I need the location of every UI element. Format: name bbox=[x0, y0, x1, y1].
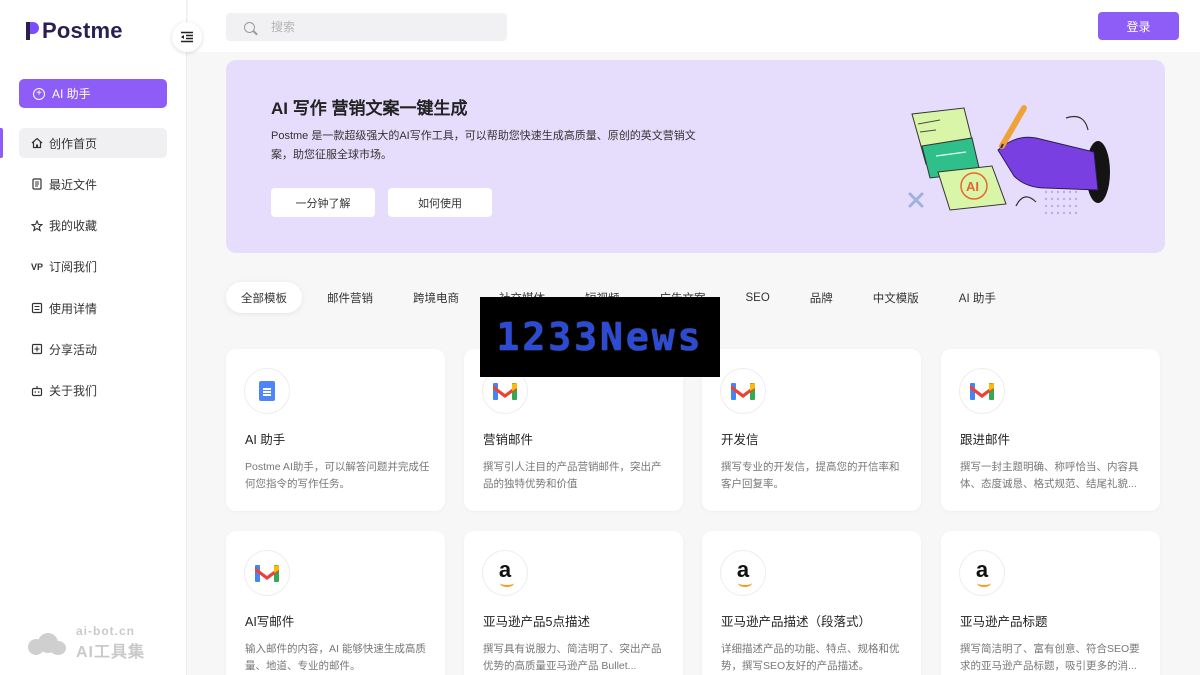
card-description: 撰写引人注目的产品营销邮件，突出产品的独特优势和价值 bbox=[483, 461, 662, 490]
learn-in-one-minute-button[interactable]: 一分钟了解 bbox=[271, 188, 375, 217]
news-overlay-text: 1233News bbox=[496, 315, 704, 359]
card-title: 营销邮件 bbox=[483, 433, 534, 447]
news-overlay-banner: 1233News bbox=[480, 297, 720, 377]
vip-icon: VP bbox=[31, 261, 44, 272]
logo-icon bbox=[26, 20, 40, 42]
hero-title: AI 写作 营销文案一键生成 bbox=[271, 99, 468, 118]
sidebar-item-label: 创作首页 bbox=[49, 136, 98, 151]
hero-banner: AI 写作 营销文案一键生成 Postme 是一款超级强大的AI写作工具，可以帮… bbox=[226, 60, 1165, 253]
details-icon bbox=[31, 302, 43, 314]
card-description: 撰写专业的开发信，提高您的开信率和客户回复率。 bbox=[721, 461, 900, 490]
sidebar-item-label: 我的收藏 bbox=[49, 219, 98, 234]
sidebar: Postme + AI 助手 创作首页 最近文件 我的收藏 VP 订阅我们 使用… bbox=[0, 0, 187, 675]
card-title: 亚马逊产品描述（段落式） bbox=[721, 615, 872, 629]
template-card-amazon-description[interactable]: a 亚马逊产品描述（段落式） 详细描述产品的功能、特点、规格和优势，撰写SEO友… bbox=[702, 531, 921, 675]
tab-all-templates[interactable]: 全部模板 bbox=[226, 282, 302, 313]
card-description: 撰写简洁明了、富有创意、符合SEO要求的亚马逊产品标题，吸引更多的消... bbox=[960, 643, 1140, 672]
gmail-icon bbox=[720, 368, 766, 414]
search-input[interactable] bbox=[271, 20, 491, 34]
robot-icon bbox=[31, 385, 43, 397]
card-title: AI 助手 bbox=[245, 433, 286, 447]
card-title: AI写邮件 bbox=[245, 615, 295, 629]
watermark-domain: ai-bot.cn bbox=[76, 624, 135, 638]
indent-icon bbox=[181, 31, 193, 43]
card-title: 开发信 bbox=[721, 433, 759, 447]
search-icon bbox=[244, 21, 255, 33]
logo-text: Postme bbox=[42, 18, 123, 43]
amazon-icon: a bbox=[482, 550, 528, 596]
amazon-icon: a bbox=[959, 550, 1005, 596]
file-icon bbox=[31, 178, 43, 190]
watermark-title: AI工具集 bbox=[76, 644, 146, 661]
card-description: 输入邮件的内容，AI 能够快速生成高质量、地道、专业的邮件。 bbox=[245, 643, 426, 672]
card-title: 亚马逊产品5点描述 bbox=[483, 615, 590, 629]
sidebar-item-label: 订阅我们 bbox=[49, 260, 98, 275]
writing-hand-illustration: AI bbox=[908, 105, 1110, 215]
sidebar-item-label: 最近文件 bbox=[49, 177, 98, 192]
hero-description: Postme 是一款超级强大的AI写作工具，可以帮助您快速生成高质量、原创的英文… bbox=[271, 130, 696, 161]
sidebar-item-label: 分享活动 bbox=[49, 342, 98, 357]
tab-email-marketing[interactable]: 邮件营销 bbox=[312, 282, 388, 313]
amazon-icon: a bbox=[720, 550, 766, 596]
card-description: 详细描述产品的功能、特点、规格和优势，撰写SEO友好的产品描述。 bbox=[721, 643, 900, 672]
card-description: Postme AI助手，可以解答问题并完成任何您指令的写作任务。 bbox=[245, 461, 430, 490]
sidebar-item-favorites[interactable]: 我的收藏 bbox=[0, 211, 187, 241]
template-card-ai-assistant[interactable]: AI 助手 Postme AI助手，可以解答问题并完成任何您指令的写作任务。 bbox=[226, 349, 445, 511]
gmail-icon bbox=[959, 368, 1005, 414]
star-icon bbox=[31, 219, 43, 232]
how-to-use-button[interactable]: 如何使用 bbox=[388, 188, 492, 217]
collapse-sidebar-button[interactable] bbox=[172, 22, 202, 52]
tab-ai-assistant[interactable]: AI 助手 bbox=[944, 282, 1011, 313]
sidebar-item-subscribe[interactable]: VP 订阅我们 bbox=[0, 252, 187, 282]
tab-brand[interactable]: 品牌 bbox=[795, 282, 848, 313]
sidebar-nav: 创作首页 最近文件 我的收藏 VP 订阅我们 使用详情 分享活动 关于我们 bbox=[0, 128, 187, 417]
card-title: 跟进邮件 bbox=[960, 433, 1011, 447]
tab-cross-border-ecommerce[interactable]: 跨境电商 bbox=[398, 282, 474, 313]
login-button[interactable]: 登录 bbox=[1098, 12, 1179, 40]
card-description: 撰写具有说服力、简洁明了、突出产品优势的高质量亚马逊产品 Bullet... bbox=[483, 643, 662, 672]
ai-assistant-button[interactable]: + AI 助手 bbox=[19, 79, 167, 108]
plus-circle-icon: + bbox=[33, 87, 45, 100]
sidebar-item-label: 使用详情 bbox=[49, 301, 98, 316]
card-title: 亚马逊产品标题 bbox=[960, 615, 1048, 629]
sidebar-item-recent-files[interactable]: 最近文件 bbox=[0, 169, 187, 199]
template-card-amazon-title[interactable]: a 亚马逊产品标题 撰写简洁明了、富有创意、符合SEO要求的亚马逊产品标题，吸引… bbox=[941, 531, 1160, 675]
doc-icon bbox=[244, 368, 290, 414]
top-bar: 登录 bbox=[188, 0, 1200, 52]
watermark: ai-bot.cn AI工具集 bbox=[28, 624, 145, 662]
template-card-follow-up-email[interactable]: 跟进邮件 撰写一封主题明确、称呼恰当、内容具体、态度诚恳、格式规范、结尾礼貌..… bbox=[941, 349, 1160, 511]
svg-text:AI: AI bbox=[966, 179, 979, 194]
search-box[interactable] bbox=[226, 13, 507, 41]
share-icon bbox=[31, 343, 43, 355]
template-card-amazon-bullets[interactable]: a 亚马逊产品5点描述 撰写具有说服力、简洁明了、突出产品优势的高质量亚马逊产品… bbox=[464, 531, 683, 675]
card-description: 撰写一封主题明确、称呼恰当、内容具体、态度诚恳、格式规范、结尾礼貌... bbox=[960, 461, 1139, 490]
template-card-ai-write-email[interactable]: AI写邮件 输入邮件的内容，AI 能够快速生成高质量、地道、专业的邮件。 bbox=[226, 531, 445, 675]
tab-seo[interactable]: SEO bbox=[731, 282, 785, 313]
sidebar-item-label: 关于我们 bbox=[49, 384, 98, 399]
logo[interactable]: Postme bbox=[26, 18, 123, 44]
tab-chinese-templates[interactable]: 中文模版 bbox=[858, 282, 934, 313]
ai-assistant-label: AI 助手 bbox=[52, 87, 91, 101]
gmail-icon bbox=[244, 550, 290, 596]
sidebar-item-about[interactable]: 关于我们 bbox=[0, 376, 187, 406]
home-icon bbox=[31, 137, 43, 149]
cloud-logo-icon bbox=[28, 629, 68, 657]
sidebar-item-home[interactable]: 创作首页 bbox=[0, 128, 187, 158]
sidebar-item-usage-details[interactable]: 使用详情 bbox=[0, 293, 187, 323]
sidebar-item-share[interactable]: 分享活动 bbox=[0, 334, 187, 364]
template-card-cold-email[interactable]: 开发信 撰写专业的开发信，提高您的开信率和客户回复率。 bbox=[702, 349, 921, 511]
